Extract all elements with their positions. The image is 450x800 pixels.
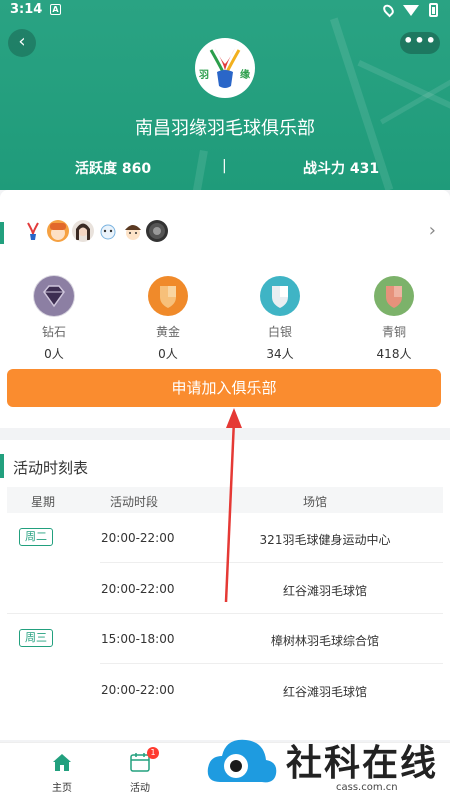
- row-venue: 红谷滩羽毛球馆: [282, 685, 367, 699]
- row-divider: [100, 562, 443, 563]
- member-avatar[interactable]: [72, 220, 94, 242]
- battery-icon: [429, 3, 438, 17]
- stats-separator: |: [222, 158, 227, 174]
- gold-shield-icon: [147, 275, 189, 317]
- row-time: 20:00-22:00: [101, 582, 175, 596]
- tab-activity[interactable]: 1 活动: [110, 747, 170, 794]
- club-stats: 活跃度 860 | 战斗力 431: [0, 158, 450, 178]
- club-page: 3:14 A ‹ ••• 羽 缘 南昌羽缘羽毛球俱乐部 活跃度 860 | 战斗…: [0, 0, 450, 800]
- schedule-table-header: 星期 活动时段 场馆: [7, 487, 443, 513]
- activity-stat: 活跃度 860: [75, 161, 152, 177]
- day-tag: 周二: [19, 528, 53, 546]
- tier-count: 0人: [44, 347, 64, 361]
- schedule-card: 活动时刻表 星期 活动时段 场馆 周二 20:00-22:00 321羽毛球健身…: [0, 440, 450, 740]
- table-row[interactable]: 周二 20:00-22:00 321羽毛球健身运动中心: [7, 513, 443, 563]
- power-stat: 战斗力 431: [303, 161, 380, 177]
- logo-char-left: 羽: [199, 69, 209, 81]
- tier-count: 34人: [266, 347, 294, 361]
- header-time: 活动时段: [110, 495, 159, 509]
- club-name: 南昌羽缘羽毛球俱乐部: [135, 118, 315, 139]
- status-bar: 3:14 A: [0, 0, 450, 20]
- row-time: 20:00-22:00: [101, 531, 175, 545]
- day-tag: 周三: [19, 629, 53, 647]
- header-day: 星期: [31, 495, 56, 509]
- member-avatar[interactable]: [122, 220, 144, 242]
- tab-label: 活动: [130, 783, 150, 794]
- tier-label: 白银: [267, 325, 292, 339]
- table-row[interactable]: 20:00-22:00 红谷滩羽毛球馆: [7, 564, 443, 614]
- club-header: 3:14 A ‹ ••• 羽 缘 南昌羽缘羽毛球俱乐部 活跃度 860 | 战斗…: [0, 0, 450, 190]
- member-avatars-row[interactable]: ›: [0, 218, 450, 248]
- table-row[interactable]: 周三 15:00-18:00 樟树林羽毛球综合馆: [7, 614, 443, 664]
- diamond-badge-icon: [33, 275, 75, 317]
- tab-home[interactable]: 主页: [32, 751, 92, 794]
- tier-count: 418人: [376, 347, 412, 361]
- notification-badge: 1: [147, 747, 159, 759]
- member-avatar[interactable]: [97, 220, 119, 242]
- wifi-icon: [403, 4, 419, 16]
- row-venue: 樟树林羽毛球综合馆: [270, 634, 379, 648]
- tier-diamond[interactable]: 钻石 0人: [4, 275, 104, 362]
- logo-char-right: 缘: [240, 68, 250, 81]
- bronze-shield-icon: [373, 275, 415, 317]
- more-button[interactable]: •••: [400, 32, 440, 54]
- table-row[interactable]: 20:00-22:00 红谷滩羽毛球馆: [7, 665, 443, 715]
- member-avatar[interactable]: [146, 220, 168, 242]
- status-icons: [381, 2, 438, 18]
- status-time: 3:14: [10, 2, 43, 17]
- notification-a-icon: A: [50, 4, 61, 15]
- cloud-logo-icon: [207, 739, 277, 783]
- schedule-title-row: 活动时刻表: [0, 454, 450, 478]
- tab-label: 主页: [52, 783, 72, 794]
- tier-label: 钻石: [41, 325, 66, 339]
- row-time: 20:00-22:00: [101, 683, 175, 697]
- tier-bronze[interactable]: 青铜 418人: [344, 275, 444, 362]
- schedule-title: 活动时刻表: [13, 459, 89, 477]
- tier-gold[interactable]: 黄金 0人: [118, 275, 218, 362]
- watermark-text: 社科在线: [286, 743, 439, 784]
- location-icon: [381, 2, 396, 18]
- tier-count: 0人: [158, 347, 178, 361]
- home-icon: [51, 751, 73, 773]
- row-venue: 红谷滩羽毛球馆: [282, 584, 367, 598]
- section-accent: [0, 454, 4, 478]
- tier-label: 青铜: [381, 325, 406, 339]
- member-avatar[interactable]: [47, 220, 69, 242]
- chevron-right-icon[interactable]: ›: [429, 220, 436, 241]
- join-club-button[interactable]: 申请加入俱乐部: [7, 369, 441, 407]
- header-venue: 场馆: [303, 495, 328, 509]
- member-tiers: 钻石 0人 黄金 0人 白银 34人 青铜 418人: [0, 275, 450, 365]
- club-logo: 羽 缘: [195, 38, 255, 98]
- back-button[interactable]: ‹: [8, 29, 36, 57]
- section-accent: [0, 222, 4, 244]
- silver-shield-icon: [259, 275, 301, 317]
- member-avatar[interactable]: [22, 220, 44, 242]
- tier-label: 黄金: [155, 325, 180, 339]
- watermark-url: cass.com.cn: [336, 782, 398, 793]
- row-time: 15:00-18:00: [101, 632, 175, 646]
- calendar-icon: 1: [129, 747, 159, 773]
- watermark: 社科在线 cass.com.cn: [206, 728, 450, 800]
- tier-silver[interactable]: 白银 34人: [230, 275, 330, 362]
- row-venue: 321羽毛球健身运动中心: [259, 533, 391, 547]
- badminton-logo-icon: 羽 缘: [199, 48, 250, 88]
- row-divider: [100, 663, 443, 664]
